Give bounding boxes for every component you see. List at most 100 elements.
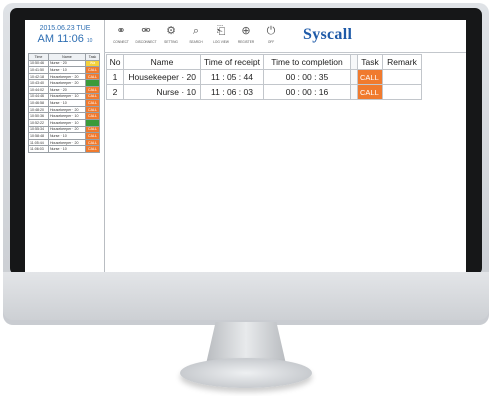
history-name: Housekeeper · 20 bbox=[47, 79, 87, 87]
power-icon: ⏻ bbox=[266, 24, 276, 37]
row-no: 2 bbox=[106, 84, 124, 100]
call-history-table: Time Name Task 10:50:46 Nurse · 20 Wa 10:41… bbox=[28, 53, 100, 153]
history-task bbox=[85, 118, 100, 127]
row-time-to-completion: 00 : 00 : 16 bbox=[263, 84, 351, 100]
unlink-icon: ⚮ bbox=[141, 24, 151, 37]
task-call-badge: CALL bbox=[357, 69, 383, 85]
history-time: 10:46:58 bbox=[28, 99, 49, 107]
register-button[interactable]: ⊕ REGISTER bbox=[233, 24, 259, 50]
current-seconds: 10 bbox=[86, 38, 93, 44]
table-row[interactable]: 1 Housekeeper · 20 11 : 05 : 44 00 : 00 … bbox=[106, 69, 422, 85]
history-name: Nurse · 20 bbox=[47, 85, 87, 94]
app-screen: 2015.06.23 TUE AM 11:06 10 Time Name Tas… bbox=[25, 20, 466, 272]
list-item[interactable]: 11:06:03 Nurse · 10 CALL bbox=[28, 145, 100, 153]
connect-button[interactable]: ⚭ CONNECT bbox=[108, 24, 134, 50]
col-remark: Remark bbox=[382, 54, 422, 70]
history-time: 11:06:03 bbox=[28, 145, 49, 153]
history-task: CALL bbox=[85, 105, 100, 114]
history-name: Nurse · 20 bbox=[47, 59, 87, 68]
list-item[interactable]: 10:43:40 Housekeeper · 20 bbox=[28, 79, 100, 87]
list-item[interactable]: 10:44:46 Housekeeper · 10 CALL bbox=[28, 92, 100, 101]
history-task: Wa bbox=[85, 59, 100, 68]
list-item[interactable]: 10:41:50 Nurse · 10 CALL bbox=[28, 66, 100, 74]
history-task bbox=[85, 79, 100, 87]
row-time-of-receipt: 11 : 05 : 44 bbox=[200, 69, 264, 85]
history-task: CALL bbox=[85, 72, 100, 81]
link-icon: ⚭ bbox=[116, 24, 126, 37]
history-time: 10:55:34 bbox=[28, 125, 49, 134]
search-button[interactable]: ⌕ SEARCH bbox=[183, 24, 209, 50]
row-name: Nurse · 10 bbox=[123, 84, 201, 100]
history-col-task: Task bbox=[85, 53, 100, 61]
history-task: CALL bbox=[85, 85, 100, 94]
history-task: CALL bbox=[85, 132, 100, 140]
call-history-header-row: Time Name Task bbox=[28, 53, 100, 61]
off-button[interactable]: ⏻ OFF bbox=[258, 24, 284, 50]
col-no: No bbox=[106, 54, 124, 70]
history-time: 10:48:20 bbox=[28, 105, 49, 114]
log-view-button[interactable]: ⎗ LOG VIEW bbox=[208, 24, 234, 50]
disconnect-button[interactable]: ⚮ DISCONNECT bbox=[133, 24, 159, 50]
toolbar: ⚭ CONNECT ⚮ DISCONNECT ⚙ SETTING ⌕ SEARC… bbox=[104, 20, 466, 53]
history-time: 11:05:44 bbox=[28, 138, 49, 147]
monitor-chin bbox=[3, 272, 489, 320]
active-calls-header-row: No Name Time of receipt Time to completi… bbox=[106, 54, 422, 70]
history-time: 10:58:48 bbox=[28, 132, 49, 140]
list-item[interactable]: 10:48:20 Housekeeper · 20 CALL bbox=[28, 105, 100, 114]
list-item[interactable]: 10:50:36 Housekeeper · 10 CALL bbox=[28, 112, 100, 120]
history-name: Nurse · 10 bbox=[47, 132, 87, 140]
search-label: SEARCH bbox=[189, 40, 203, 44]
disconnect-label: DISCONNECT bbox=[135, 40, 157, 44]
history-time: 10:50:36 bbox=[28, 112, 49, 120]
call-history-body: 10:50:46 Nurse · 20 Wa 10:41:50 Nurse · 10 CA… bbox=[28, 59, 100, 153]
history-task: CALL bbox=[85, 125, 100, 134]
log-view-label: LOG VIEW bbox=[213, 40, 229, 44]
plus-circle-icon: ⊕ bbox=[241, 24, 251, 37]
history-name: Housekeeper · 20 bbox=[47, 138, 87, 147]
current-time: AM 11:06 10 bbox=[28, 33, 102, 45]
row-name: Housekeeper · 20 bbox=[123, 69, 201, 85]
list-item[interactable]: 10:44:02 Nurse · 20 CALL bbox=[28, 85, 100, 94]
history-col-time: Time bbox=[28, 53, 49, 61]
history-task: CALL bbox=[85, 112, 100, 120]
col-name: Name bbox=[123, 54, 201, 70]
list-item[interactable]: 10:50:46 Nurse · 20 Wa bbox=[28, 59, 100, 68]
setting-label: SETTING bbox=[164, 40, 178, 44]
history-time: 10:41:50 bbox=[28, 66, 49, 74]
history-time: 10:52:22 bbox=[28, 118, 49, 127]
list-item[interactable]: 10:46:58 Nurse · 10 CALL bbox=[28, 99, 100, 107]
task-call-badge: CALL bbox=[357, 84, 383, 100]
row-spacer bbox=[350, 69, 358, 85]
list-item[interactable]: 11:05:44 Housekeeper · 20 CALL bbox=[28, 138, 100, 147]
syscall-logo: Syscall bbox=[303, 26, 353, 43]
setting-button[interactable]: ⚙ SETTING bbox=[158, 24, 184, 50]
history-name: Nurse · 10 bbox=[47, 66, 87, 74]
table-row[interactable]: 2 Nurse · 10 11 : 06 : 03 00 : 00 : 16 C… bbox=[106, 84, 422, 100]
history-name: Housekeeper · 20 bbox=[47, 125, 87, 134]
current-time-value: AM 11:06 bbox=[37, 33, 84, 45]
document-icon: ⎗ bbox=[216, 24, 226, 37]
row-remark bbox=[382, 84, 422, 100]
history-name: Nurse · 10 bbox=[47, 99, 87, 107]
history-task: CALL bbox=[85, 138, 100, 147]
list-item[interactable]: 10:42:18 Housekeeper · 20 CALL bbox=[28, 72, 100, 81]
history-task: CALL bbox=[85, 145, 100, 153]
history-task: CALL bbox=[85, 99, 100, 107]
history-time: 10:50:46 bbox=[28, 59, 49, 68]
history-time: 10:44:46 bbox=[28, 92, 49, 101]
history-task: CALL bbox=[85, 92, 100, 101]
history-name: Nurse · 10 bbox=[47, 145, 87, 153]
row-no: 1 bbox=[106, 69, 124, 85]
history-name: Housekeeper · 10 bbox=[47, 92, 87, 101]
history-time: 10:43:40 bbox=[28, 79, 49, 87]
current-date: 2015.06.23 TUE bbox=[39, 25, 91, 32]
history-task: CALL bbox=[85, 66, 100, 74]
list-item[interactable]: 10:55:34 Housekeeper · 20 CALL bbox=[28, 125, 100, 134]
history-col-name: Name bbox=[47, 53, 87, 61]
history-name: Housekeeper · 10 bbox=[47, 112, 87, 120]
off-label: OFF bbox=[267, 40, 275, 44]
active-calls-table: No Name Time of receipt Time to completi… bbox=[106, 54, 422, 100]
register-label: REGISTER bbox=[237, 40, 255, 44]
list-item[interactable]: 10:58:48 Nurse · 10 CALL bbox=[28, 132, 100, 140]
list-item[interactable]: 10:52:22 Housekeeper · 10 bbox=[28, 118, 100, 127]
